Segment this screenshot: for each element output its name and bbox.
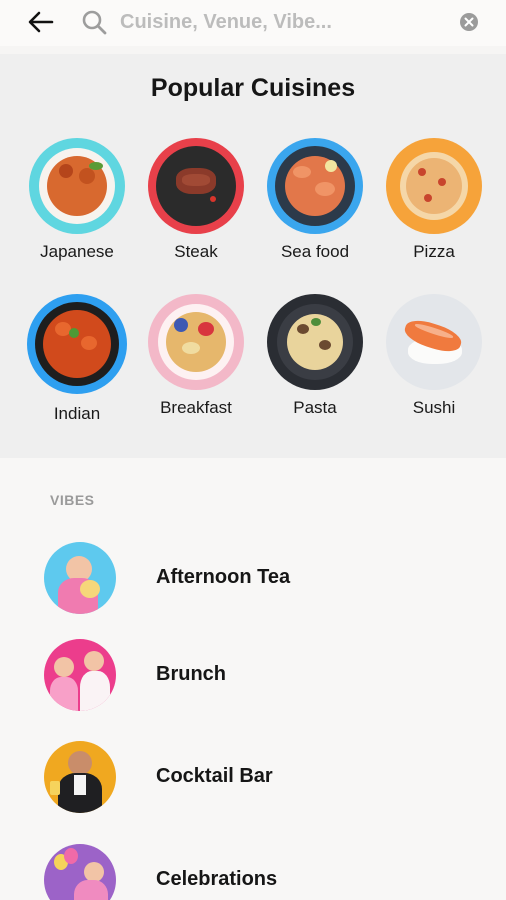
vibes-heading: VIBES <box>50 492 95 508</box>
cuisine-label: Indian <box>53 404 101 423</box>
vibe-label: Brunch <box>156 663 226 685</box>
vibe-label: Cocktail Bar <box>156 765 273 787</box>
arrow-left-icon[interactable] <box>26 7 56 37</box>
cuisine-japanese[interactable]: Japanese <box>22 138 132 262</box>
vibe-celebrations[interactable]: Celebrations <box>44 844 464 900</box>
cuisine-pizza[interactable]: Pizza <box>379 138 489 262</box>
cuisine-label: Pasta <box>293 398 337 417</box>
cuisine-label: Japanese <box>40 242 114 261</box>
sushi-image <box>386 294 482 390</box>
cuisine-breakfast[interactable]: Breakfast <box>141 294 251 418</box>
indian-image <box>27 294 127 394</box>
steak-image <box>148 138 244 234</box>
popular-cuisines-section: Popular Cuisines Japanese Steak Sea food… <box>0 54 506 458</box>
vibe-cocktail-bar[interactable]: Cocktail Bar <box>44 741 464 815</box>
vibes-section: VIBES Afternoon Tea Brunch Cocktail Bar <box>0 458 506 900</box>
cuisine-label: Breakfast <box>160 398 232 417</box>
search-bar <box>0 0 506 46</box>
vibe-brunch[interactable]: Brunch <box>44 639 464 713</box>
brunch-avatar <box>44 639 116 711</box>
cocktail-bar-avatar <box>44 741 116 813</box>
japanese-image <box>29 138 125 234</box>
cuisine-steak[interactable]: Steak <box>141 138 251 262</box>
pizza-image <box>386 138 482 234</box>
cuisine-label: Sea food <box>280 242 350 261</box>
cuisine-pasta[interactable]: Pasta <box>260 294 370 418</box>
vibe-afternoon-tea[interactable]: Afternoon Tea <box>44 542 464 616</box>
cuisine-sea-food[interactable]: Sea food <box>260 138 370 262</box>
search-icon <box>82 10 107 35</box>
search-input[interactable] <box>120 6 440 38</box>
vibe-label: Celebrations <box>156 868 278 890</box>
vibe-label: Afternoon Tea <box>156 566 291 588</box>
clear-circle-icon[interactable] <box>459 12 479 32</box>
celebrations-avatar <box>44 844 116 900</box>
section-title: Popular Cuisines <box>150 74 356 102</box>
pasta-image <box>267 294 363 390</box>
afternoon-tea-avatar <box>44 542 116 614</box>
sea-food-image <box>267 138 363 234</box>
cuisine-indian[interactable]: Indian <box>22 294 132 424</box>
cuisine-label: Pizza <box>413 242 455 261</box>
breakfast-image <box>148 294 244 390</box>
cuisine-sushi[interactable]: Sushi <box>379 294 489 418</box>
cuisine-label: Steak <box>174 242 218 261</box>
cuisine-label: Sushi <box>412 398 456 417</box>
